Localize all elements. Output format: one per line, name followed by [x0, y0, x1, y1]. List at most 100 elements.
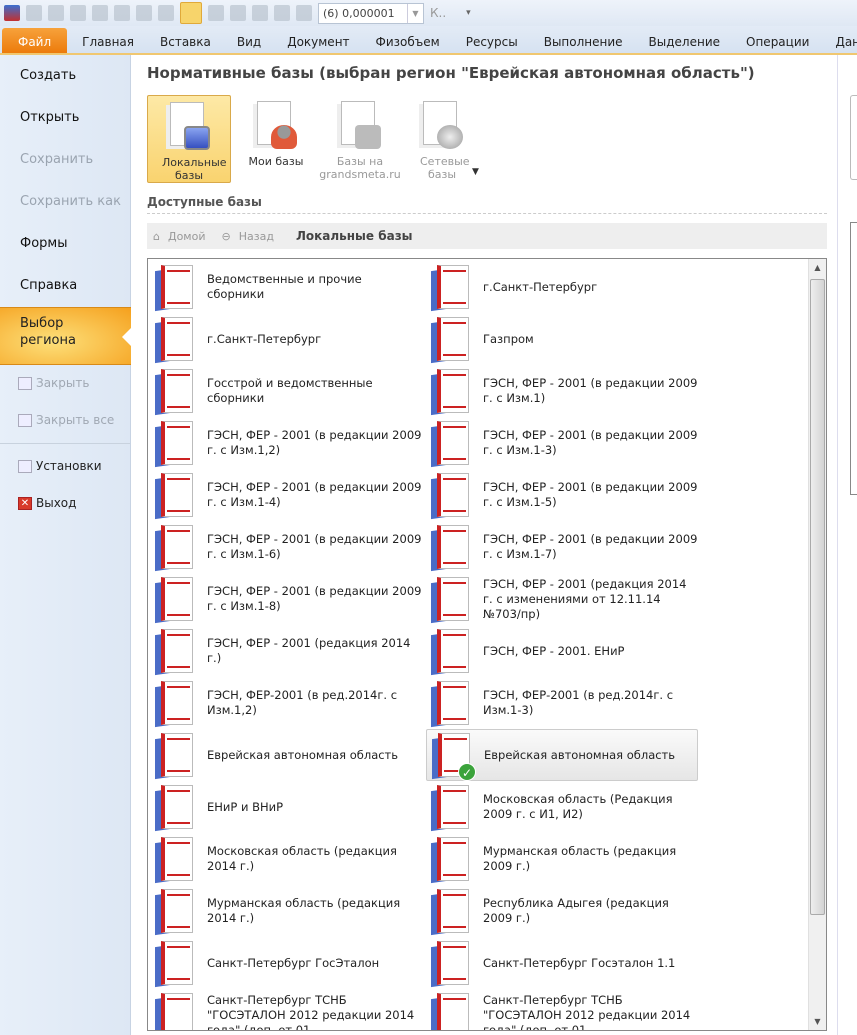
precision-combo[interactable]: (6) 0,000001 ▼ [318, 2, 424, 24]
export-icon[interactable] [114, 5, 130, 21]
list-item[interactable]: Ведомственные и прочие сборники [150, 261, 422, 313]
menu-help[interactable]: Справка [0, 265, 130, 307]
menu-open[interactable]: Открыть [0, 97, 130, 139]
list-item[interactable]: ГЭСН, ФЕР - 2001 (редакция 2014 г.) [150, 625, 422, 677]
menu-select-region[interactable]: Выбор региона [0, 307, 131, 365]
base-name: Московская область (Редакция 2009 г. с И… [483, 792, 673, 821]
list-item[interactable]: ГЭСН, ФЕР - 2001 (в редакции 2009 г. с И… [150, 521, 422, 573]
user-icon [271, 125, 297, 149]
list-item[interactable]: ГЭСН, ФЕР-2001 (в ред.2014г. с Изм.1-3) [426, 677, 698, 729]
tab-operations[interactable]: Операции [733, 28, 822, 53]
list-item[interactable]: ГЭСН, ФЕР-2001 (в ред.2014г. с Изм.1,2) [150, 677, 422, 729]
home-icon[interactable]: ⌂ [153, 230, 160, 243]
base-name: Ведомственные и прочие сборники [207, 272, 362, 301]
base-name: ГЭСН, ФЕР - 2001 (в редакции 2009 г. с И… [483, 532, 698, 561]
list-item[interactable]: ГЭСН, ФЕР - 2001 (в редакции 2009 г. с И… [426, 469, 698, 521]
save-icon[interactable] [26, 5, 42, 21]
tab-data[interactable]: Данные [822, 28, 857, 53]
tab-view[interactable]: Вид [224, 28, 274, 53]
local-bases-button[interactable]: Локальные базы [147, 95, 231, 183]
list-item[interactable]: Госстрой и ведомственные сборники [150, 365, 422, 417]
menu-exit[interactable]: ✕ Выход [0, 485, 130, 522]
list-item[interactable]: ГЭСН, ФЕР - 2001 (редакция 2014 г. с изм… [426, 573, 698, 625]
list-item[interactable]: Московская область (Редакция 2009 г. с И… [426, 781, 698, 833]
redo-icon[interactable] [70, 5, 86, 21]
list-item[interactable]: Санкт-Петербург Госэталон 1.1 [426, 937, 698, 989]
structure-icon[interactable] [274, 5, 290, 21]
menu-forms[interactable]: Формы [0, 223, 130, 265]
menu-create[interactable]: Создать [0, 55, 130, 97]
rtf-icon[interactable] [230, 5, 246, 21]
right-panel [837, 55, 857, 1035]
back-link[interactable]: Назад [239, 230, 274, 243]
tab-home[interactable]: Главная [69, 28, 147, 53]
table-icon[interactable] [158, 5, 174, 21]
my-bases-button[interactable]: Мои базы [234, 95, 318, 183]
menu-close-all[interactable]: Закрыть все [0, 402, 130, 439]
find-icon[interactable] [136, 5, 152, 21]
grandsmeta-bases-button[interactable]: Базы на grandsmeta.ru [318, 95, 402, 183]
scrollbar[interactable]: ▲ ▼ [808, 259, 826, 1030]
print-icon[interactable] [252, 5, 268, 21]
database-book-icon [431, 263, 473, 312]
undo-icon[interactable] [48, 5, 64, 21]
settings-icon [18, 460, 32, 473]
back-icon[interactable]: ⊖ [222, 230, 231, 243]
database-book-icon [431, 887, 473, 936]
list-item[interactable]: ГЭСН, ФЕР - 2001 (в редакции 2009 г. с И… [150, 573, 422, 625]
import-icon[interactable] [208, 5, 224, 21]
list-item[interactable]: Санкт-Петербург ГосЭталон [150, 937, 422, 989]
scroll-down-icon[interactable]: ▼ [809, 1013, 826, 1030]
list-item[interactable]: Еврейская автономная область [150, 729, 422, 781]
database-book-icon [431, 627, 473, 676]
tab-volume[interactable]: Физобъем [363, 28, 453, 53]
home-link[interactable]: Домой [168, 230, 206, 243]
menu-save-as[interactable]: Сохранить как [0, 181, 130, 223]
binoculars-icon[interactable] [296, 5, 312, 21]
globe-icon [437, 125, 463, 149]
list-item[interactable]: ГЭСН, ФЕР - 2001 (в редакции 2009 г. с И… [150, 417, 422, 469]
list-item[interactable]: Газпром [426, 313, 698, 365]
list-item[interactable]: ГЭСН, ФЕР - 2001 (в редакции 2009 г. с И… [426, 365, 698, 417]
list-item[interactable]: Санкт-Петербург ТСНБ "ГОСЭТАЛОН 2012 ред… [426, 989, 698, 1030]
list-item[interactable]: ГЭСН, ФЕР - 2001 (в редакции 2009 г. с И… [426, 521, 698, 573]
list-item[interactable]: г.Санкт-Петербург [150, 313, 422, 365]
menu-close[interactable]: Закрыть [0, 365, 130, 402]
tab-document[interactable]: Документ [274, 28, 362, 53]
chevron-down-icon[interactable]: ▼ [407, 3, 423, 23]
more-sources-chevron-icon[interactable]: ▼ [472, 167, 479, 177]
list-item[interactable]: Республика Адыгея (редакция 2009 г.) [426, 885, 698, 937]
file-menu-sidebar: Создать Открыть Сохранить Сохранить как … [0, 55, 131, 1035]
list-item[interactable]: ГЭСН, ФЕР - 2001 (в редакции 2009 г. с И… [150, 469, 422, 521]
menu-settings[interactable]: Установки [0, 448, 130, 485]
list-item[interactable]: г.Санкт-Петербург [426, 261, 698, 313]
list-item[interactable]: Мурманская область (редакция 2014 г.) [150, 885, 422, 937]
database-book-icon [431, 523, 473, 572]
tab-resources[interactable]: Ресурсы [453, 28, 531, 53]
list-item[interactable]: Мурманская область (редакция 2009 г.) [426, 833, 698, 885]
base-name: ГЭСН, ФЕР - 2001 (в редакции 2009 г. с И… [483, 480, 698, 509]
menu-save[interactable]: Сохранить [0, 139, 130, 181]
tab-file[interactable]: Файл [2, 28, 68, 53]
list-item[interactable]: ✓ Еврейская автономная область [426, 729, 698, 781]
monitor-icon [184, 126, 210, 150]
list-item[interactable]: Московская область (редакция 2014 г.) [150, 833, 422, 885]
tab-selection[interactable]: Выделение [636, 28, 733, 53]
scrollbar-thumb[interactable] [810, 279, 825, 915]
database-book-icon [155, 679, 197, 728]
app-icon[interactable] [4, 5, 20, 21]
tab-insert[interactable]: Вставка [147, 28, 224, 53]
extra-button[interactable]: К.. [430, 6, 446, 20]
regions-icon[interactable] [180, 2, 202, 24]
edit-icon[interactable] [92, 5, 108, 21]
list-item[interactable]: ГЭСН, ФЕР - 2001. ЕНиР [426, 625, 698, 677]
scroll-up-icon[interactable]: ▲ [809, 259, 826, 276]
list-item[interactable]: ЕНиР и ВНиР [150, 781, 422, 833]
database-book-icon [155, 783, 197, 832]
quick-access-toolbar: (6) 0,000001 ▼ К.. ▾ [0, 0, 857, 26]
base-name: ГЭСН, ФЕР - 2001 (в редакции 2009 г. с И… [207, 480, 422, 509]
tab-execution[interactable]: Выполнение [531, 28, 636, 53]
list-item[interactable]: ГЭСН, ФЕР - 2001 (в редакции 2009 г. с И… [426, 417, 698, 469]
list-item[interactable]: Санкт-Петербург ТСНБ "ГОСЭТАЛОН 2012 ред… [150, 989, 422, 1030]
customize-qat-icon[interactable]: ▾ [466, 8, 471, 18]
